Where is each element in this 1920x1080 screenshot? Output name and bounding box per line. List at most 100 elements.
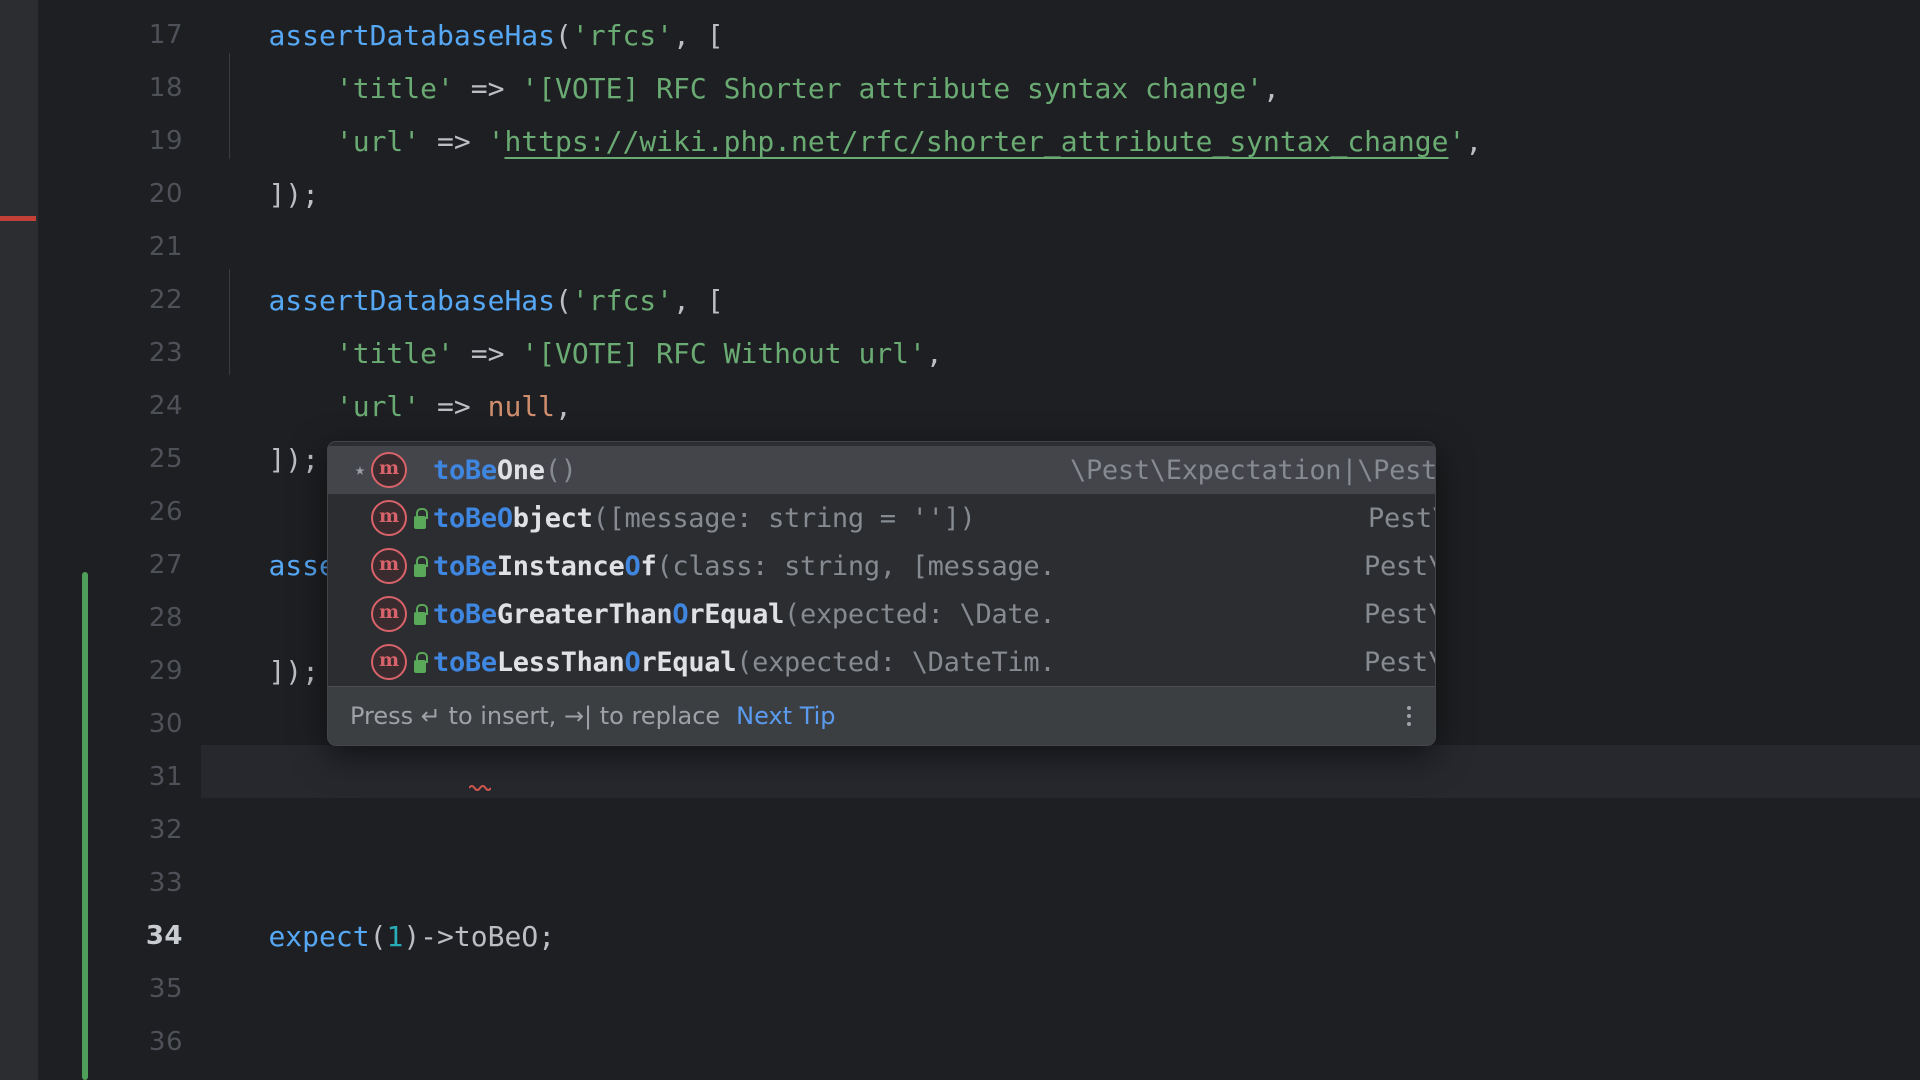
code-token: ]); [268, 655, 320, 688]
completion-item[interactable]: m toBeInstanceOf(class: string, [message.… [328, 542, 1435, 590]
code-token: , [555, 390, 572, 423]
code-line[interactable]: assertDatabaseHas('rfcs', [ [201, 274, 724, 327]
code-token: ; [538, 920, 556, 953]
code-token: https://wiki.php.net/rfc/shorter_attribu… [504, 125, 1449, 158]
line-number[interactable]: 25 [63, 433, 183, 486]
code-token: => [420, 390, 488, 423]
line-number[interactable]: 28 [63, 592, 183, 645]
completion-item[interactable]: m toBeGreaterThanOrEqual(expected: \Date.… [328, 590, 1435, 638]
line-number[interactable]: 19 [63, 115, 183, 168]
code-line[interactable]: ]); [201, 433, 319, 486]
code-line[interactable]: assertDatabaseHas('rfcs', [ [201, 9, 724, 62]
code-token: 'title' [335, 72, 454, 105]
next-tip-link[interactable]: Next Tip [736, 702, 835, 730]
completion-item-label: toBeLessThanOrEqual(expected: \DateTim. [433, 646, 1056, 678]
code-token: assertDatabaseHas [268, 19, 556, 52]
code-token: '[VOTE] RFC Without url' [521, 337, 926, 370]
completion-item-namespace: Pest\Mixins\Expectation [1368, 502, 1435, 534]
error-stripe-marker[interactable] [0, 216, 36, 221]
line-number-gutter[interactable]: 17 18 19 20 21 22 23 24 25 26 27 28 29 30 31 32 33 34 35 36 [38, 0, 201, 1080]
line-number[interactable]: 22 [63, 274, 183, 327]
completion-item-namespace: Pest\Mixins\Expectation [1364, 598, 1435, 630]
code-line[interactable]: 'url' => null, [201, 380, 572, 433]
code-token: , [1465, 125, 1483, 158]
line-number[interactable]: 31 [63, 751, 183, 804]
code-token: toBeO [453, 920, 539, 953]
line-number[interactable]: 32 [63, 804, 183, 857]
completion-item-namespace: Pest\Mixins\Expectation [1364, 646, 1435, 678]
code-token: ' [1448, 125, 1466, 158]
line-number[interactable]: 24 [63, 380, 183, 433]
completion-item-list[interactable]: ★mtoBeOne()\Pest\Expectation|\Pest\Mixin… [328, 442, 1435, 686]
line-number[interactable]: 18 [63, 62, 183, 115]
line-number[interactable]: 33 [63, 857, 183, 910]
completion-item[interactable]: m toBeLessThanOrEqual(expected: \DateTim.… [328, 638, 1435, 686]
code-token: , [ [673, 19, 724, 52]
code-token: , [925, 337, 943, 370]
star-icon: ★ [354, 459, 366, 480]
completion-item-label: toBeGreaterThanOrEqual(expected: \Date. [433, 598, 1056, 630]
code-token: => [420, 125, 488, 158]
code-token: 'rfcs' [571, 284, 674, 317]
code-token: ( [369, 920, 387, 953]
completion-item-namespace: Pest\Mixins\Expectation [1364, 550, 1435, 582]
method-icon: m [371, 644, 407, 680]
code-line[interactable]: 'title' => '[VOTE] RFC Without url', [201, 327, 943, 380]
completion-item-label: toBeInstanceOf(class: string, [message. [433, 550, 1056, 582]
completion-hint-bar: Press ↵ to insert, →| to replace Next Ti… [328, 686, 1435, 745]
completion-hint-text: Press ↵ to insert, →| to replace [350, 702, 721, 730]
line-number[interactable]: 27 [63, 539, 183, 592]
code-token: ( [555, 19, 572, 52]
annotation-gutter[interactable] [0, 0, 38, 1080]
line-number[interactable]: 17 [63, 9, 183, 62]
lock-icon [413, 507, 428, 529]
code-completion-popup[interactable]: ★mtoBeOne()\Pest\Expectation|\Pest\Mixin… [327, 441, 1436, 746]
lock-icon [413, 651, 428, 673]
error-squiggle [469, 783, 491, 791]
code-token: => [453, 72, 522, 105]
kebab-menu-icon[interactable] [1407, 706, 1411, 726]
completion-item[interactable]: ★m toBeOne() \Pest\Expectation|\Pest\Mixin… [328, 446, 1435, 494]
line-number[interactable]: 23 [63, 327, 183, 380]
code-token: 1 [386, 920, 404, 953]
line-number[interactable]: 21 [63, 221, 183, 274]
code-line[interactable]: ]); [201, 645, 319, 698]
code-line[interactable]: 'title' => '[VOTE] RFC Shorter attribute… [201, 62, 1280, 115]
code-line[interactable]: ]); [201, 168, 319, 221]
code-editor: 17 18 19 20 21 22 23 24 25 26 27 28 29 30 31 32 33 34 35 36… [0, 0, 1920, 1080]
line-number[interactable]: 20 [63, 168, 183, 221]
line-number[interactable]: 35 [63, 963, 183, 1016]
line-number[interactable]: 30 [63, 698, 183, 751]
line-number[interactable]: 26 [63, 486, 183, 539]
code-token: , [ [673, 284, 724, 317]
line-number[interactable]: 36 [63, 1016, 183, 1069]
code-token: 'url' [335, 125, 421, 158]
lock-icon [413, 555, 428, 577]
code-token: , [1263, 72, 1280, 105]
completion-item-label: toBeObject([message: string = '']) [433, 502, 976, 534]
code-token: 'url' [335, 390, 421, 423]
code-token: ' [487, 125, 505, 158]
code-line[interactable]: 'url' => 'https://wiki.php.net/rfc/short… [201, 115, 1482, 168]
completion-item[interactable]: m toBeObject([message: string = '']) Pest\… [328, 494, 1435, 542]
line-number[interactable]: 34 [63, 910, 183, 963]
method-icon: m [371, 596, 407, 632]
completion-item-namespace: \Pest\Expectation|\Pest\Mixins\Expectati… [1070, 454, 1435, 486]
code-token: ]); [268, 178, 320, 211]
method-icon: m [371, 500, 407, 536]
code-token: )-> [403, 920, 454, 953]
code-token: 'rfcs' [571, 19, 674, 52]
code-line[interactable]: expect(1)->toBeO; [201, 910, 555, 963]
line-number[interactable]: 29 [63, 645, 183, 698]
